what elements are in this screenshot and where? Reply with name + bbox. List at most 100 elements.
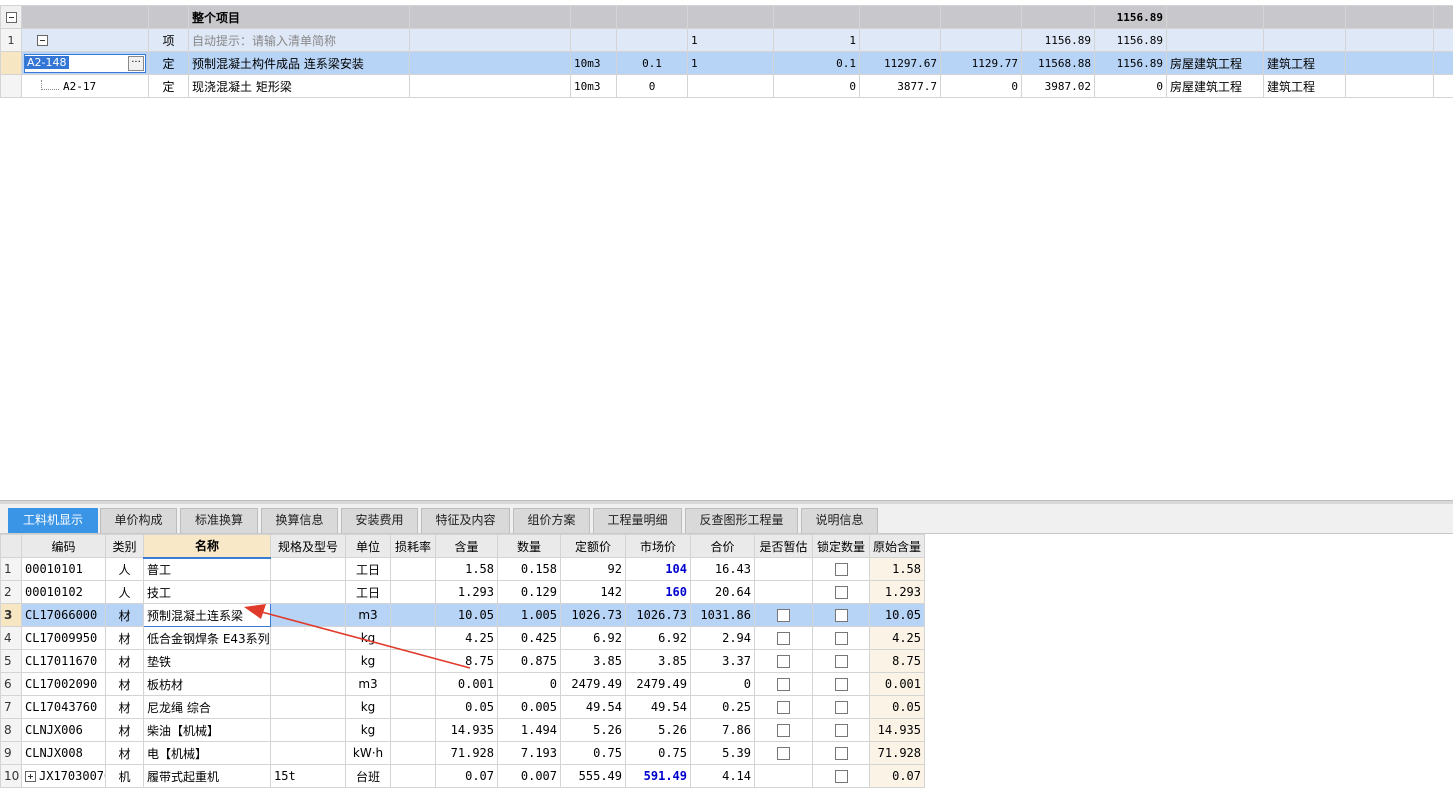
quota-code[interactable]: A2-148 bbox=[25, 56, 69, 69]
is-estimate-cell[interactable] bbox=[755, 604, 813, 627]
loss-rate[interactable] bbox=[391, 673, 436, 696]
resource-row[interactable]: 10JX17030070机履带式起重机15t台班0.070.007555.495… bbox=[1, 765, 925, 788]
is-estimate-checkbox[interactable] bbox=[777, 655, 790, 668]
lock-quantity-cell[interactable] bbox=[813, 627, 870, 650]
lock-quantity-checkbox[interactable] bbox=[835, 563, 848, 576]
resource-code[interactable]: CL17043760 bbox=[25, 700, 97, 714]
quota-name[interactable]: 现浇混凝土 矩形梁 bbox=[189, 75, 410, 98]
resource-name[interactable]: 柴油【机械】 bbox=[144, 719, 271, 742]
content[interactable]: 4.25 bbox=[436, 627, 498, 650]
resource-code-cell[interactable]: CLNJX008 bbox=[22, 742, 106, 765]
is-estimate-checkbox[interactable] bbox=[777, 747, 790, 760]
lock-quantity-checkbox[interactable] bbox=[835, 701, 848, 714]
loss-rate[interactable] bbox=[391, 765, 436, 788]
col-spec[interactable]: 规格及型号 bbox=[271, 535, 346, 558]
quantity[interactable]: 0 bbox=[498, 673, 561, 696]
tab-features-content[interactable]: 特征及内容 bbox=[421, 508, 510, 533]
lock-quantity-cell[interactable] bbox=[813, 673, 870, 696]
content[interactable]: 10.05 bbox=[436, 604, 498, 627]
code-edit-field[interactable]: A2-148 ··· bbox=[24, 54, 146, 73]
market-price[interactable]: 591.49 bbox=[626, 765, 691, 788]
resource-code[interactable]: CLNJX006 bbox=[25, 723, 83, 737]
col-lock-quantity[interactable]: 锁定数量 bbox=[813, 535, 870, 558]
resource-name[interactable]: 垫铁 bbox=[144, 650, 271, 673]
lock-quantity-checkbox[interactable] bbox=[835, 632, 848, 645]
lock-quantity-cell[interactable] bbox=[813, 742, 870, 765]
resource-name[interactable]: 技工 bbox=[144, 581, 271, 604]
content[interactable]: 0.05 bbox=[436, 696, 498, 719]
market-price[interactable]: 6.92 bbox=[626, 627, 691, 650]
resource-code[interactable]: 00010102 bbox=[25, 585, 83, 599]
content[interactable]: 8.75 bbox=[436, 650, 498, 673]
quota-row[interactable]: A2-17 定 现浇混凝土 矩形梁 10m3 0 0 3877.7 0 3987… bbox=[1, 75, 1453, 98]
resource-row[interactable]: 7CL17043760材尼龙绳 综合kg0.050.00549.5449.540… bbox=[1, 696, 925, 719]
resource-code-cell[interactable]: CL17009950 bbox=[22, 627, 106, 650]
loss-rate[interactable] bbox=[391, 696, 436, 719]
quantity[interactable]: 7.193 bbox=[498, 742, 561, 765]
resource-name[interactable]: 板枋材 bbox=[144, 673, 271, 696]
resource-spec[interactable]: 15t bbox=[271, 765, 346, 788]
resource-code-cell[interactable]: CL17002090 bbox=[22, 673, 106, 696]
is-estimate-cell[interactable] bbox=[755, 719, 813, 742]
quantity[interactable]: 0.158 bbox=[498, 558, 561, 581]
resource-row[interactable]: 8CLNJX006材柴油【机械】kg14.9351.4945.265.267.8… bbox=[1, 719, 925, 742]
col-unit[interactable]: 单位 bbox=[346, 535, 391, 558]
resource-name[interactable]: 预制混凝土连系梁 bbox=[144, 604, 271, 627]
resource-code[interactable]: 00010101 bbox=[25, 562, 83, 576]
resource-name[interactable]: 尼龙绳 综合 bbox=[144, 696, 271, 719]
collapse-icon[interactable] bbox=[37, 35, 48, 46]
resource-spec[interactable] bbox=[271, 558, 346, 581]
loss-rate[interactable] bbox=[391, 627, 436, 650]
lock-quantity-checkbox[interactable] bbox=[835, 678, 848, 691]
market-price[interactable]: 1026.73 bbox=[626, 604, 691, 627]
col-loss-rate[interactable]: 损耗率 bbox=[391, 535, 436, 558]
tab-conversion-info[interactable]: 换算信息 bbox=[261, 508, 338, 533]
resource-spec[interactable] bbox=[271, 604, 346, 627]
resource-row[interactable]: 9CLNJX008材电【机械】kW·h71.9287.1930.750.755.… bbox=[1, 742, 925, 765]
quantity[interactable]: 0.007 bbox=[498, 765, 561, 788]
resource-code[interactable]: CL17066000 bbox=[25, 608, 97, 622]
content[interactable]: 0 bbox=[617, 75, 688, 98]
col-is-estimate[interactable]: 是否暂估 bbox=[755, 535, 813, 558]
quota-row-selected[interactable]: A2-148 ··· 定 预制混凝土构件成品 连系梁安装 10m3 0.1 1 … bbox=[1, 52, 1453, 75]
is-estimate-cell[interactable] bbox=[755, 650, 813, 673]
market-price[interactable]: 104 bbox=[626, 558, 691, 581]
quantity[interactable]: 0.129 bbox=[498, 581, 561, 604]
lock-quantity-cell[interactable] bbox=[813, 604, 870, 627]
loss-rate[interactable] bbox=[391, 581, 436, 604]
lock-quantity-checkbox[interactable] bbox=[835, 609, 848, 622]
resource-row[interactable]: 6CL17002090材板枋材m30.00102479.492479.4900.… bbox=[1, 673, 925, 696]
content[interactable]: 1.58 bbox=[436, 558, 498, 581]
project-root-row[interactable]: 整个项目 1156.89 bbox=[1, 6, 1453, 29]
resource-spec[interactable] bbox=[271, 650, 346, 673]
quantity[interactable]: 0.425 bbox=[498, 627, 561, 650]
qty-expression[interactable]: 1 bbox=[688, 29, 774, 52]
tab-installation-cost[interactable]: 安装费用 bbox=[341, 508, 418, 533]
lock-quantity-cell[interactable] bbox=[813, 765, 870, 788]
lock-quantity-checkbox[interactable] bbox=[835, 724, 848, 737]
resource-row[interactable]: 5CL17011670材垫铁kg8.750.8753.853.853.378.7… bbox=[1, 650, 925, 673]
resource-code[interactable]: JX17030070 bbox=[39, 769, 106, 783]
quantity[interactable]: 1.494 bbox=[498, 719, 561, 742]
tab-unit-price-composition[interactable]: 单价构成 bbox=[100, 508, 177, 533]
resource-code[interactable]: CLNJX008 bbox=[25, 746, 83, 760]
tab-standard-conversion[interactable]: 标准换算 bbox=[180, 508, 258, 533]
lock-quantity-checkbox[interactable] bbox=[835, 655, 848, 668]
tab-pricing-scheme[interactable]: 组价方案 bbox=[513, 508, 590, 533]
lock-quantity-cell[interactable] bbox=[813, 558, 870, 581]
market-price[interactable]: 3.85 bbox=[626, 650, 691, 673]
resource-code-cell[interactable]: CL17043760 bbox=[22, 696, 106, 719]
loss-rate[interactable] bbox=[391, 604, 436, 627]
quantity[interactable]: 1.005 bbox=[498, 604, 561, 627]
col-content[interactable]: 含量 bbox=[436, 535, 498, 558]
expand-icon[interactable] bbox=[25, 771, 36, 782]
market-price[interactable]: 49.54 bbox=[626, 696, 691, 719]
quantity[interactable]: 1 bbox=[774, 29, 860, 52]
resource-code-cell[interactable]: 00010101 bbox=[22, 558, 106, 581]
tab-labor-material-machine[interactable]: 工料机显示 bbox=[8, 508, 98, 533]
content[interactable]: 0.001 bbox=[436, 673, 498, 696]
col-base-price[interactable]: 定额价 bbox=[561, 535, 626, 558]
content[interactable]: 71.928 bbox=[436, 742, 498, 765]
qty-expression[interactable] bbox=[688, 75, 774, 98]
lock-quantity-cell[interactable] bbox=[813, 696, 870, 719]
